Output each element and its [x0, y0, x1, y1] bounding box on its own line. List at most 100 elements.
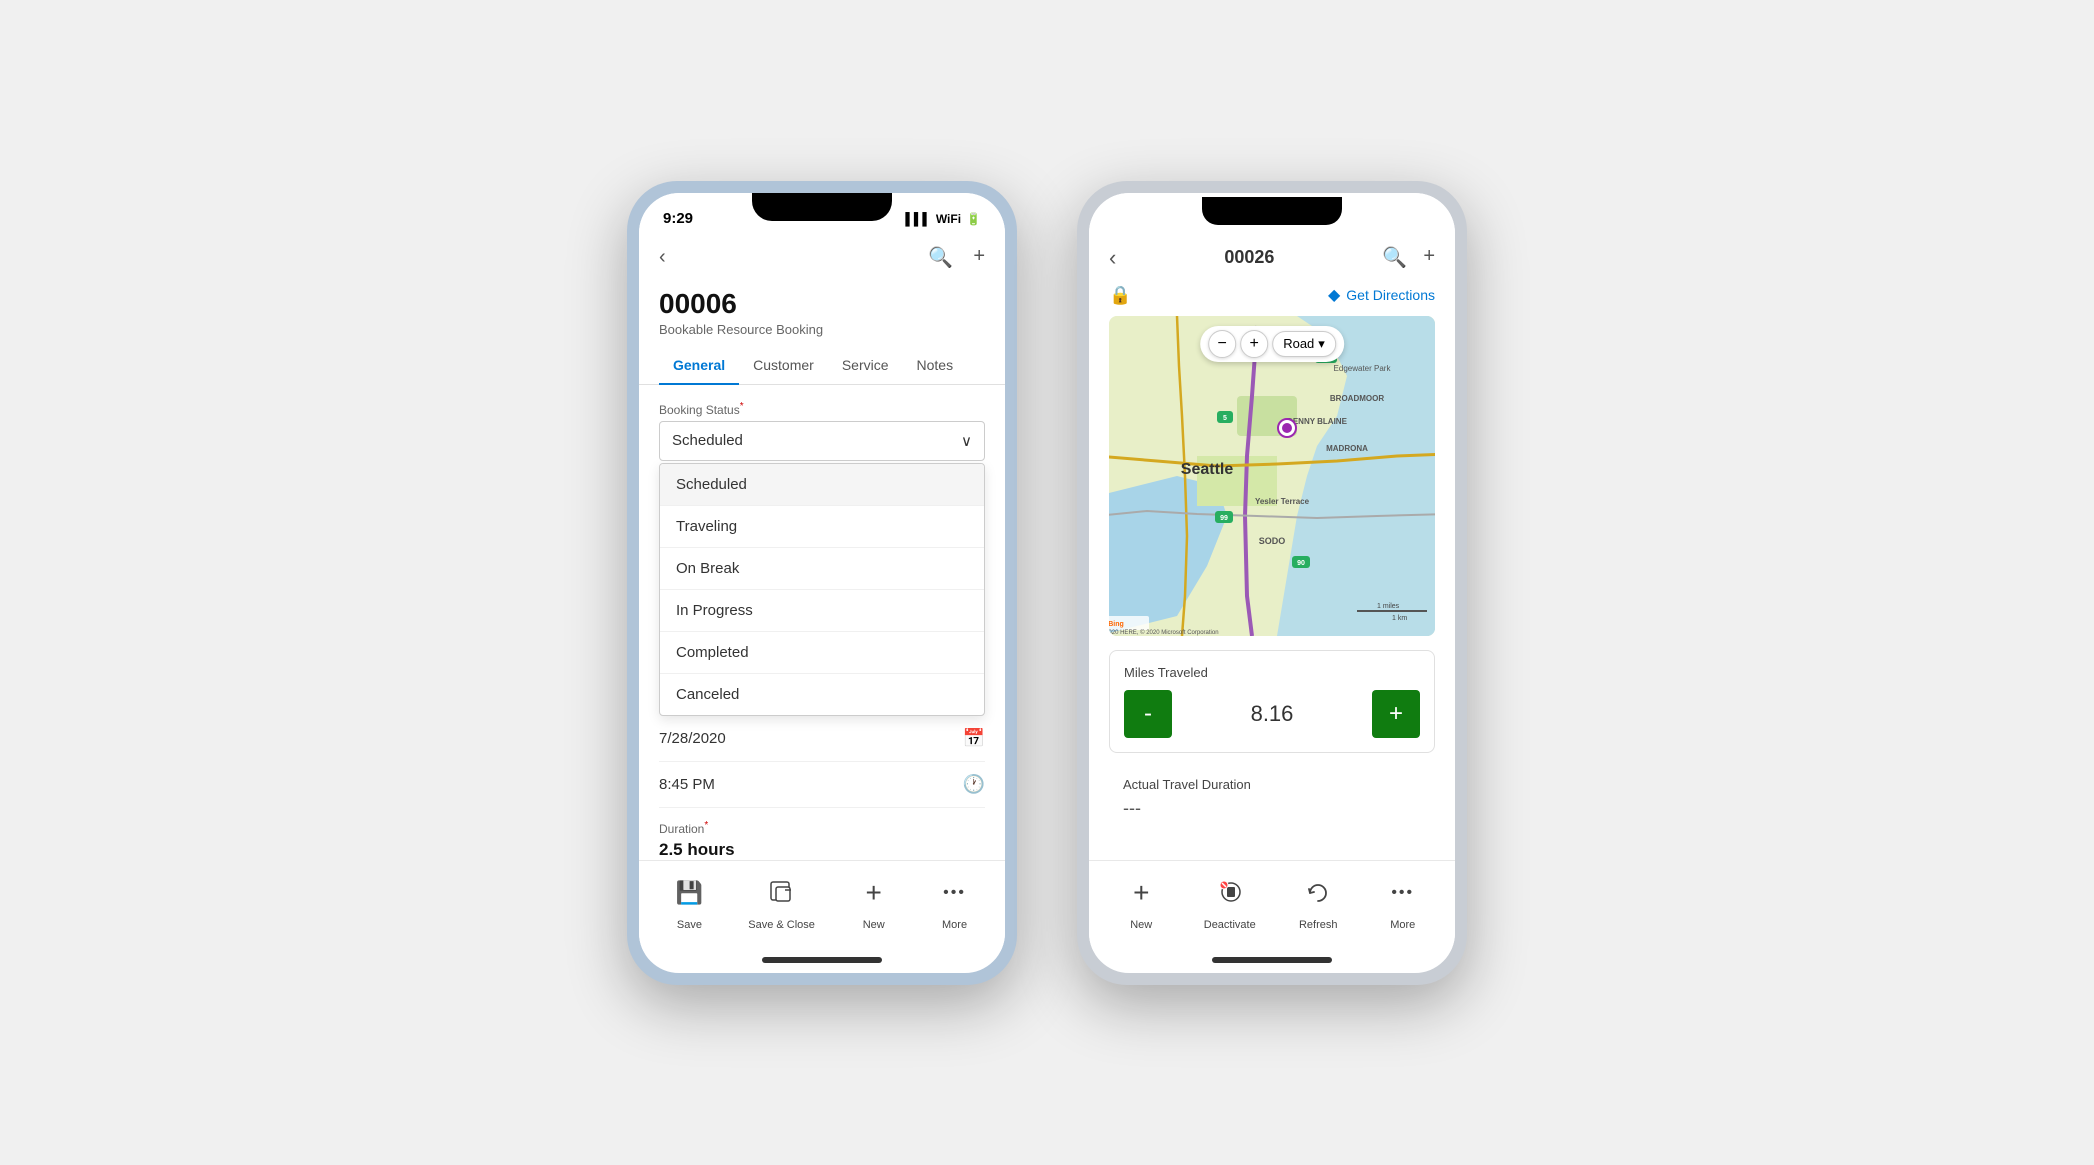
svg-text:BROADMOOR: BROADMOOR	[1330, 394, 1384, 403]
travel-duration-label: Actual Travel Duration	[1123, 777, 1421, 792]
status-dropdown: Scheduled Traveling On Break In Progress…	[659, 463, 985, 716]
notch-left	[752, 193, 892, 221]
scene: 9:29 ▌▌▌ WiFi 🔋 ‹ 🔍 + 00006	[587, 141, 1507, 1025]
directions-icon: ◆	[1328, 285, 1340, 305]
svg-text:MADRONA: MADRONA	[1326, 444, 1368, 453]
save-label: Save	[677, 919, 702, 931]
nav-bar-left: ‹ 🔍 +	[639, 237, 1005, 278]
dropdown-item-in-progress[interactable]: In Progress	[660, 590, 984, 632]
map-zoom-in-button[interactable]: +	[1240, 330, 1268, 358]
more-button-right[interactable]: ••• More	[1381, 871, 1425, 931]
bottom-bar-right: + New Deactiv	[1089, 860, 1455, 951]
map-type-button[interactable]: Road ▾	[1272, 331, 1336, 357]
bottom-bar-left: 💾 Save Save & Close	[639, 860, 1005, 951]
deactivate-button[interactable]: Deactivate	[1204, 871, 1256, 931]
map-zoom-out-button[interactable]: −	[1208, 330, 1236, 358]
map-controls: − + Road ▾	[1200, 326, 1344, 362]
new-button-left[interactable]: + New	[852, 871, 896, 931]
tab-general[interactable]: General	[659, 347, 739, 385]
new-label-left: New	[863, 919, 885, 931]
tab-service[interactable]: Service	[828, 347, 903, 385]
save-close-button[interactable]: Save & Close	[748, 871, 815, 931]
map-type-label: Road	[1283, 336, 1314, 351]
more-icon-left: •••	[933, 871, 977, 915]
dropdown-item-traveling[interactable]: Traveling	[660, 506, 984, 548]
status-icons: ▌▌▌ WiFi 🔋	[905, 212, 981, 226]
new-button-right[interactable]: + New	[1119, 871, 1163, 931]
miles-value: 8.16	[1172, 701, 1372, 727]
booking-status-select[interactable]: Scheduled ∨	[659, 421, 985, 461]
search-icon-right[interactable]: 🔍	[1382, 245, 1407, 270]
new-icon-right: +	[1119, 871, 1163, 915]
save-button[interactable]: 💾 Save	[667, 871, 711, 931]
duration-value: 2.5 hours	[659, 840, 985, 860]
battery-icon: 🔋	[966, 212, 981, 226]
status-time: 9:29	[663, 210, 693, 227]
search-icon[interactable]: 🔍	[928, 245, 953, 270]
save-close-label: Save & Close	[748, 919, 815, 931]
back-icon-right[interactable]: ‹	[1109, 245, 1116, 271]
tab-notes[interactable]: Notes	[903, 347, 968, 385]
form-content: Booking Status* Scheduled ∨ Scheduled Tr…	[639, 385, 1005, 860]
svg-text:1 km: 1 km	[1392, 615, 1407, 622]
refresh-icon	[1296, 871, 1340, 915]
svg-text:5: 5	[1223, 415, 1227, 422]
miles-plus-button[interactable]: +	[1372, 690, 1420, 738]
svg-text:Yesler Terrace: Yesler Terrace	[1255, 497, 1310, 506]
svg-text:b Bing: b Bing	[1109, 621, 1124, 628]
content-spacer-right	[1089, 833, 1455, 860]
phone-left: 9:29 ▌▌▌ WiFi 🔋 ‹ 🔍 + 00006	[627, 181, 1017, 985]
back-icon[interactable]: ‹	[659, 246, 666, 269]
deactivate-icon	[1208, 871, 1252, 915]
new-label-right: New	[1130, 919, 1152, 931]
more-button-left[interactable]: ••• More	[933, 871, 977, 931]
get-directions-button[interactable]: ◆ Get Directions	[1328, 285, 1435, 305]
map-container: 5 99 90 520 PORTAGE BAY Edgewater Park B…	[1109, 316, 1435, 636]
date-row[interactable]: 7/28/2020 📅	[659, 716, 985, 762]
refresh-button[interactable]: Refresh	[1296, 871, 1340, 931]
tab-customer[interactable]: Customer	[739, 347, 828, 385]
add-icon[interactable]: +	[973, 245, 985, 270]
map-type-chevron: ▾	[1318, 336, 1325, 352]
form-area: Booking Status* Scheduled ∨ Scheduled Tr…	[639, 385, 1005, 860]
date-value: 7/28/2020	[659, 730, 726, 747]
dropdown-item-completed[interactable]: Completed	[660, 632, 984, 674]
more-label-right: More	[1390, 919, 1415, 931]
miles-label: Miles Traveled	[1124, 665, 1420, 680]
save-close-icon	[760, 871, 804, 915]
more-icon-right: •••	[1381, 871, 1425, 915]
record-type-left: Bookable Resource Booking	[639, 322, 1005, 347]
nav-icons-right: 🔍 +	[1382, 245, 1435, 270]
chevron-down-icon: ∨	[961, 432, 972, 450]
record-id-right: 00026	[1116, 247, 1382, 268]
dropdown-item-on-break[interactable]: On Break	[660, 548, 984, 590]
new-icon-left: +	[852, 871, 896, 915]
calendar-icon: 📅	[963, 728, 985, 749]
notch-right	[1202, 197, 1342, 225]
miles-stepper: - 8.16 +	[1124, 690, 1420, 738]
save-icon: 💾	[667, 871, 711, 915]
travel-duration-section: Actual Travel Duration ---	[1109, 767, 1435, 829]
home-indicator-left	[762, 957, 882, 963]
record-id-left: 00006	[639, 278, 1005, 322]
svg-text:Seattle: Seattle	[1181, 461, 1234, 478]
clock-icon: 🕐	[963, 774, 985, 795]
nav-icons-left: 🔍 +	[928, 245, 985, 270]
phone-right-screen: ‹ 00026 🔍 + 🔒 ◆ Get Directions	[1089, 193, 1455, 973]
home-indicator-right	[1212, 957, 1332, 963]
wifi-icon: WiFi	[936, 212, 961, 226]
add-icon-right[interactable]: +	[1423, 245, 1435, 270]
more-label-left: More	[942, 919, 967, 931]
miles-section: Miles Traveled - 8.16 +	[1109, 650, 1435, 753]
svg-text:SODO: SODO	[1259, 536, 1286, 546]
dropdown-item-scheduled[interactable]: Scheduled	[660, 464, 984, 506]
miles-minus-button[interactable]: -	[1124, 690, 1172, 738]
deactivate-label: Deactivate	[1204, 919, 1256, 931]
time-value: 8:45 PM	[659, 776, 715, 793]
time-row[interactable]: 8:45 PM 🕐	[659, 762, 985, 808]
tabs-left: General Customer Service Notes	[639, 347, 1005, 385]
dropdown-item-canceled[interactable]: Canceled	[660, 674, 984, 715]
map-svg: 5 99 90 520 PORTAGE BAY Edgewater Park B…	[1109, 316, 1435, 636]
lock-bar: 🔒 ◆ Get Directions	[1089, 279, 1455, 312]
booking-status-value: Scheduled	[672, 432, 743, 449]
